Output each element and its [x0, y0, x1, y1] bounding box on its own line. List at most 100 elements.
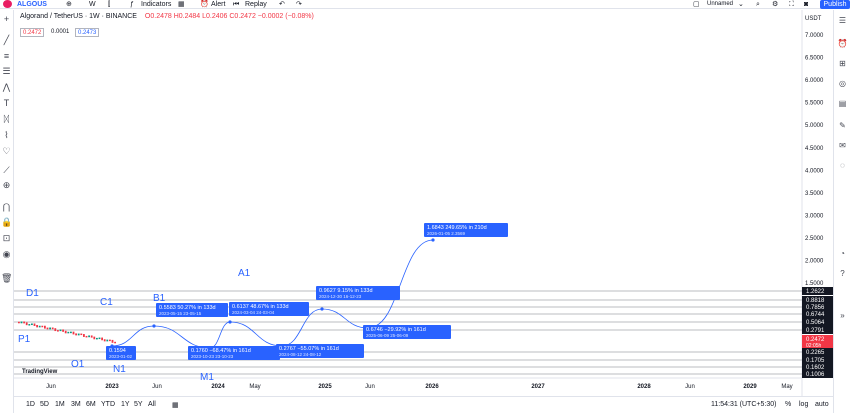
templates-icon[interactable]: ▦	[178, 0, 185, 9]
horizontal-lines-icon[interactable]: ≡	[1, 51, 12, 62]
data-window-icon[interactable]: ⊞	[837, 58, 848, 69]
candle	[44, 325, 46, 329]
chart-legend: Algorand / TetherUS · 1W · BINANCE O0.24…	[20, 13, 314, 20]
swing-label: B1	[153, 293, 166, 304]
candle	[67, 331, 70, 334]
range-5y[interactable]: 5Y	[134, 401, 143, 408]
range-all[interactable]: All	[148, 401, 156, 408]
candle	[46, 327, 49, 330]
candle	[31, 323, 33, 326]
swing-label: O1	[71, 359, 85, 370]
layout-name[interactable]: Unnamed	[707, 0, 733, 9]
candle	[114, 341, 116, 344]
level-label: 1.2622	[806, 289, 825, 295]
replay-button[interactable]: Replay	[245, 0, 267, 9]
candle	[51, 327, 54, 330]
range-1y[interactable]: 1Y	[121, 401, 130, 408]
right-sidebar: ☰ ⏰ ⊞ ◎ ▤ ✎ ✉ ◌ ◔ ? »	[833, 10, 850, 413]
y-tick-label: 2.0000	[805, 259, 824, 265]
redo-icon[interactable]: ↷	[296, 0, 302, 9]
candle	[57, 330, 59, 332]
zoom-in-icon[interactable]: ⊕	[1, 180, 12, 191]
range-1d[interactable]: 1D	[26, 401, 35, 408]
candle	[80, 333, 83, 336]
goto-date-icon[interactable]: ▦	[172, 401, 179, 409]
level-label: 0.6744	[806, 312, 825, 318]
level-label: 0.2791	[806, 328, 825, 334]
streams-icon[interactable]: ◌	[837, 160, 848, 171]
lock-drawings-icon[interactable]: 🔒	[1, 217, 12, 228]
add-symbol-icon[interactable]: ⊕	[66, 0, 72, 9]
fullscreen-icon[interactable]: ⛶	[789, 0, 794, 9]
x-tick-label: 2023	[105, 384, 119, 390]
prediction-icon[interactable]: ᛞ	[1, 114, 12, 125]
interval-button[interactable]: W	[89, 0, 96, 9]
trend-line-icon[interactable]: ╱	[1, 35, 12, 46]
candle	[64, 330, 67, 334]
y-tick-label: 3.0000	[805, 213, 824, 219]
symbol-search-button[interactable]: ALGOUS	[17, 0, 47, 9]
candle	[36, 324, 38, 328]
annotation-date: 2024-08-12 24-08-12	[279, 352, 322, 357]
range-6m[interactable]: 6M	[86, 401, 96, 408]
range-3m[interactable]: 3M	[71, 401, 81, 408]
price-chart[interactable]: USDT 7.0000 6.5000 6.0000 5.5000 5.0000 4.5000…	[14, 10, 834, 396]
clock[interactable]: 11:54:31 (UTC+5:30)	[711, 401, 776, 408]
x-tick-label: May	[781, 384, 792, 390]
candle	[59, 329, 62, 332]
snapshot-icon[interactable]: ◙	[804, 0, 808, 9]
expand-icon[interactable]: »	[837, 310, 848, 321]
x-tick-label: Jun	[685, 384, 695, 390]
buy-price-box[interactable]: 0.2473	[75, 28, 100, 37]
layout-menu-icon[interactable]: ⌄	[738, 0, 744, 9]
log-toggle[interactable]: log	[799, 401, 808, 408]
patterns-icon[interactable]: ⋀	[1, 82, 12, 93]
level-label: 0.5064	[806, 320, 825, 326]
chat-icon[interactable]: ✉	[837, 140, 848, 151]
publish-button[interactable]: Publish	[820, 0, 850, 9]
level-label: 0.2265	[806, 350, 825, 356]
watchlist-icon[interactable]: ☰	[837, 15, 848, 26]
alerts-panel-icon[interactable]: ⏰	[837, 38, 848, 49]
indicators-icon[interactable]: ƒ	[130, 0, 134, 9]
alert-icon[interactable]: ⏰	[200, 0, 209, 9]
replay-icon[interactable]: ⏮	[233, 0, 239, 9]
indicators-button[interactable]: Indicators	[141, 0, 171, 9]
range-1m[interactable]: 1M	[55, 401, 65, 408]
auto-toggle[interactable]: auto	[815, 401, 829, 408]
range-ytd[interactable]: YTD	[101, 401, 115, 408]
candle	[38, 325, 41, 328]
brush-icon[interactable]: ⌇	[1, 130, 12, 141]
fib-retracement-icon[interactable]: ☰	[1, 66, 12, 77]
text-tool-icon[interactable]: T	[1, 98, 12, 109]
notifications-icon[interactable]: ◔	[837, 248, 848, 259]
ruler-icon[interactable]: ⟋	[1, 165, 12, 176]
undo-icon[interactable]: ↶	[279, 0, 285, 9]
lock-icon[interactable]: ⊡	[1, 233, 12, 244]
alert-button[interactable]: Alert	[211, 0, 225, 9]
annotation-date: 2024-12-30 16-12-23	[319, 294, 362, 299]
trash-icon[interactable]: 🗑	[1, 273, 12, 284]
chart-pane[interactable]: USDT 7.0000 6.5000 6.0000 5.5000 5.0000 4.5000…	[14, 10, 834, 413]
tradingview-watermark: TradingView	[22, 369, 58, 375]
hotlists-icon[interactable]: ◎	[837, 78, 848, 89]
hide-drawings-icon[interactable]: ◉	[1, 249, 12, 260]
x-tick-label: 2025	[318, 384, 332, 390]
symbol-logo-icon[interactable]	[3, 0, 12, 8]
swing-label: A1	[238, 268, 251, 279]
range-5d[interactable]: 5D	[40, 401, 49, 408]
crosshair-icon[interactable]: +	[1, 14, 12, 25]
ideas-icon[interactable]: ✎	[837, 120, 848, 131]
help-icon[interactable]: ?	[837, 268, 848, 279]
magnet-icon[interactable]: ⋂	[1, 202, 12, 213]
top-toolbar: ALGOUS ⊕ W ⫿ ƒ Indicators ▦ ⏰ Alert ⏮ Re…	[0, 0, 850, 9]
icons-tool-icon[interactable]: ♡	[1, 146, 12, 157]
sell-price-box[interactable]: 0.2472	[20, 28, 45, 37]
percent-toggle[interactable]: %	[785, 401, 791, 408]
settings-icon[interactable]: ⚙	[772, 0, 778, 9]
x-tick-label: May	[249, 384, 260, 390]
calendar-icon[interactable]: ▤	[837, 98, 848, 109]
search-icon[interactable]: ⌕	[756, 0, 760, 9]
bar-style-icon[interactable]: ⫿	[108, 0, 110, 9]
layout-icon[interactable]: ▢	[693, 0, 700, 9]
